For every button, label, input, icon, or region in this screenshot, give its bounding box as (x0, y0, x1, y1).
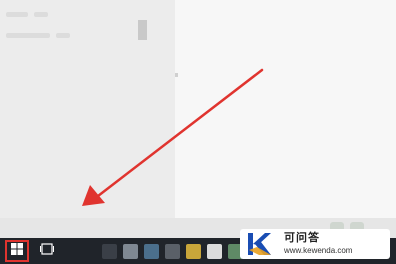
task-view-button[interactable] (36, 240, 58, 262)
watermark: 可问答 www.kewenda.com (240, 229, 390, 259)
annotation-arrow (82, 68, 264, 206)
taskbar-app-3[interactable] (144, 243, 159, 259)
windows-logo-icon (11, 242, 23, 260)
start-button[interactable] (5, 240, 29, 262)
taskbar-app-5[interactable] (186, 243, 201, 259)
taskbar-app-2[interactable] (123, 243, 138, 259)
taskbar-app-6[interactable] (207, 243, 222, 259)
watermark-title: 可问答 (284, 232, 320, 244)
taskbar-app-4[interactable] (165, 243, 180, 259)
brand-logo-icon (244, 230, 274, 258)
watermark-url: www.kewenda.com (284, 246, 353, 255)
taskbar-app-1[interactable] (102, 243, 117, 259)
task-view-icon (40, 242, 54, 260)
taskbar-search-area[interactable] (58, 240, 102, 262)
